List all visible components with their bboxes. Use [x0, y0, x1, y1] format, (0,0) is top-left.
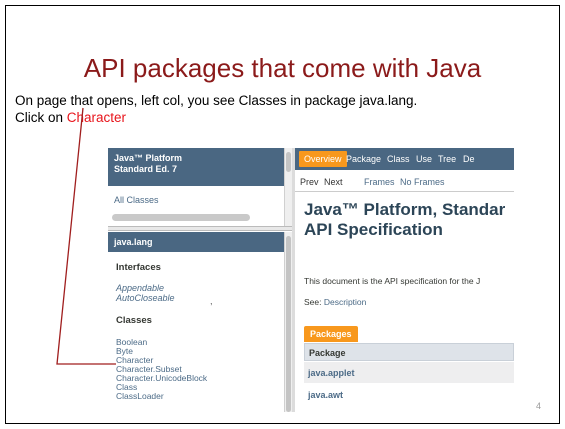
class-link[interactable]: ClassLoader: [116, 392, 164, 401]
character-highlight: Character: [66, 110, 127, 125]
package-table-header: Package: [304, 343, 514, 361]
horizontal-scrollbar[interactable]: [112, 214, 250, 221]
nav-package[interactable]: Package: [346, 154, 381, 164]
package-row: java.applet: [304, 362, 514, 383]
interfaces-heading: Interfaces: [116, 262, 161, 273]
spec-description: This document is the API specification f…: [304, 276, 481, 286]
nav-tree[interactable]: Tree: [438, 154, 456, 164]
package-row: java.awt: [304, 384, 514, 405]
all-classes-link[interactable]: All Classes: [114, 195, 159, 205]
description-link[interactable]: Description: [324, 297, 367, 307]
frame-splitter[interactable]: [108, 226, 292, 231]
slide-body: On page that opens, left col, you see Cl…: [15, 92, 555, 126]
left-bottom-scrollbar[interactable]: [284, 232, 292, 412]
nav-no-frames[interactable]: No Frames: [400, 177, 445, 187]
frame-divider[interactable]: [292, 148, 295, 412]
platform-header-line1: Java™ Platform: [114, 153, 183, 163]
slide-title: API packages that come with Java: [83, 53, 482, 83]
nav-next: Next: [324, 177, 343, 187]
interface-link[interactable]: Appendable: [116, 283, 164, 293]
page-number: 4: [535, 401, 541, 411]
nav-deprecated[interactable]: De: [463, 154, 475, 164]
left-top-scrollbar[interactable]: [284, 148, 292, 226]
page-title-line2: API Specification: [304, 220, 443, 239]
platform-header-line2: Standard Ed. 7: [114, 164, 178, 174]
nav-frames[interactable]: Frames: [364, 177, 395, 187]
left-bottom-scroll-thumb[interactable]: [286, 236, 291, 412]
package-header: java.lang: [108, 232, 284, 252]
left-top-scroll-thumb[interactable]: [286, 152, 291, 172]
packages-tab[interactable]: Packages: [304, 326, 358, 342]
see-line: See: Description: [304, 297, 366, 307]
nav-prev: Prev: [300, 177, 319, 187]
platform-header: Java™ Platform Standard Ed. 7: [108, 148, 284, 186]
body-line-1: On page that opens, left col, you see Cl…: [15, 93, 418, 108]
classes-heading: Classes: [116, 315, 152, 326]
nav-use[interactable]: Use: [416, 154, 432, 164]
page-title: Java™ Platform, Standar API Specificatio…: [304, 200, 514, 240]
cursor-mark: ,: [210, 296, 213, 306]
page-title-line1: Java™ Platform, Standar: [304, 200, 506, 219]
javadoc-screenshot: Java™ Platform Standard Ed. 7 All Classe…: [108, 148, 514, 412]
nav-class[interactable]: Class: [387, 154, 410, 164]
tab-overview[interactable]: Overview: [299, 151, 347, 167]
body-line-2: Click on Character: [15, 109, 555, 126]
package-link[interactable]: java.awt: [308, 390, 343, 400]
click-on-text: Click on: [15, 110, 67, 125]
package-link[interactable]: java.applet: [308, 368, 355, 378]
see-label: See:: [304, 297, 324, 307]
interface-link[interactable]: AutoCloseable: [116, 293, 175, 303]
subnav-divider: [295, 191, 514, 192]
